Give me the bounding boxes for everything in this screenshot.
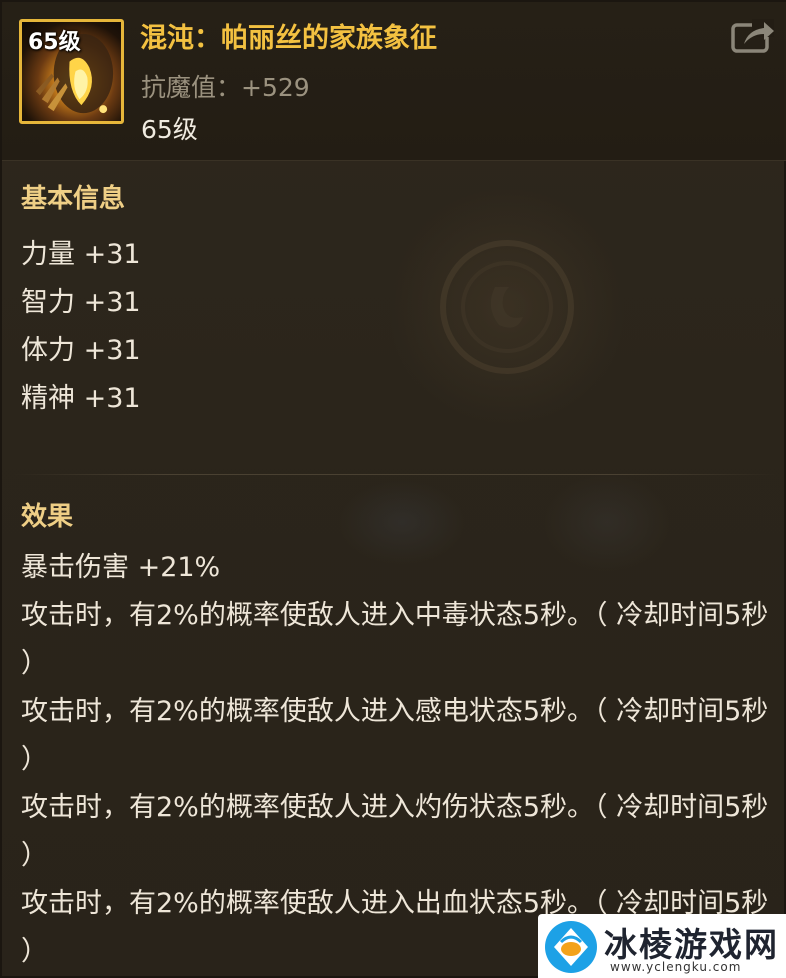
item-header: 65级 混沌：帕丽丝的家族象征 抗魔值：+529 65级 <box>2 2 786 161</box>
item-level-badge: 65级 <box>28 30 81 55</box>
item-tooltip-panel: 65级 混沌：帕丽丝的家族象征 抗魔值：+529 65级 基本信息 力量 +31… <box>0 0 786 978</box>
resist-row: 抗魔值：+529 <box>141 68 310 104</box>
stat-intelligence: 智力 +31 <box>21 287 141 318</box>
effect-burn: 攻击时，有2%的概率使敌人进入灼伤状态5秒。（ 冷却时间5秒 ） <box>21 792 769 871</box>
item-icon[interactable]: 65级 <box>19 19 124 124</box>
item-title: 混沌：帕丽丝的家族象征 <box>140 23 437 54</box>
basic-info-heading: 基本信息 <box>21 184 126 214</box>
effect-poison: 攻击时，有2%的概率使敌人进入中毒状态5秒。（ 冷却时间5秒 ） <box>21 600 769 679</box>
watermark-url: www.yclengku.com <box>610 960 742 974</box>
stat-spirit: 精神 +31 <box>21 383 141 414</box>
effect-shock: 攻击时，有2%的概率使敌人进入感电状态5秒。（ 冷却时间5秒 ） <box>21 696 769 775</box>
stat-vitality: 体力 +31 <box>21 335 141 366</box>
required-level: 65级 <box>141 115 198 144</box>
effect-crit-damage: 暴击伤害 +21% <box>21 552 221 583</box>
section-divider <box>12 474 778 475</box>
share-icon[interactable] <box>730 16 776 56</box>
effects-heading: 效果 <box>21 502 74 532</box>
watermark-logo-icon <box>545 921 597 973</box>
background-emblem-icon <box>440 240 574 374</box>
site-watermark: 冰棱游戏网 www.yclengku.com <box>538 914 786 978</box>
resist-value: +529 <box>241 73 310 102</box>
resist-label: 抗魔值： <box>141 73 242 102</box>
stat-strength: 力量 +31 <box>21 239 141 270</box>
watermark-site-name: 冰棱游戏网 <box>604 925 779 964</box>
